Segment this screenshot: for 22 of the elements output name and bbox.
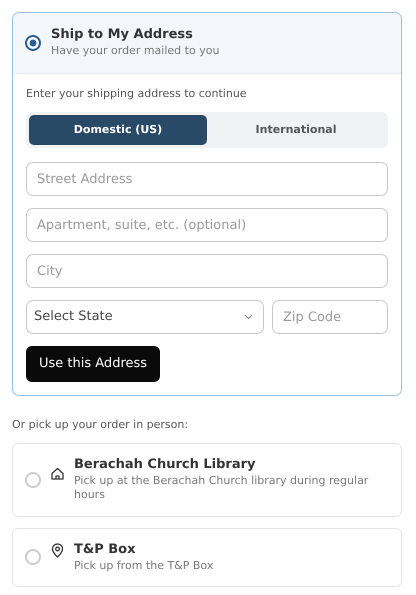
tab[interactable]: Domestic (US) [29, 114, 207, 146]
pickup-option-card[interactable]: Berachah Church Library Pick up at the Berachah Church library during regular hours [12, 443, 402, 517]
option-title: T&P Box [74, 542, 136, 559]
form-prompt: Enter your shipping address to continue [26, 86, 248, 102]
option-subtitle: Pick up at the Berachah Church library during regular hours [74, 474, 370, 503]
option-subtitle: Pick up from the T&P Box [74, 558, 214, 573]
chevron-down-icon [244, 314, 253, 320]
tab[interactable]: International [207, 114, 385, 146]
use-address-button[interactable]: Use this Address [26, 346, 160, 382]
radio-button[interactable] [25, 34, 41, 51]
input-field[interactable]: Apartment, suite, etc. (optional) [26, 208, 388, 242]
option-title: Ship to My Address [51, 27, 194, 44]
option-subtitle: Have your order mailed to you [51, 44, 220, 58]
input-field[interactable]: Street Address [26, 162, 388, 196]
input-field[interactable]: Zip Code [272, 300, 388, 334]
option-title: Berachah Church Library [74, 457, 256, 474]
house-icon [50, 466, 65, 482]
input-field[interactable]: City [26, 254, 388, 288]
section-prompt: Or pick up your order in person: [12, 416, 190, 433]
pickup-option-card[interactable]: T&P Box Pick up from the T&P Box [12, 528, 402, 587]
location-pin-icon [50, 543, 65, 560]
state-dropdown[interactable]: Select State [26, 300, 264, 334]
